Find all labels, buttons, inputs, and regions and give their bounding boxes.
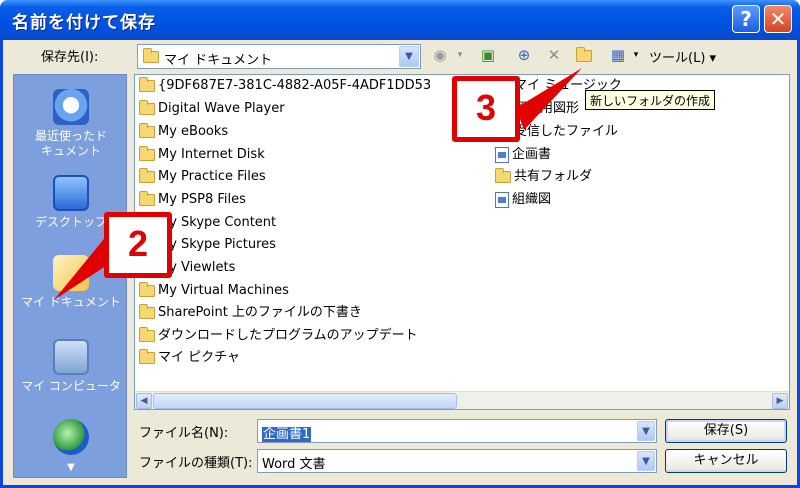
filetype-label: ファイルの種類(T): <box>139 456 253 471</box>
new-folder-tooltip: 新しいフォルダの作成 <box>585 90 716 110</box>
place-my-computer-label: マイ コンピュータ <box>21 379 121 393</box>
list-item[interactable]: 企画書 <box>495 146 551 164</box>
shared-folder-icon <box>495 167 511 183</box>
horizontal-scrollbar[interactable]: ◀ ▶ <box>135 391 789 409</box>
folder-icon <box>139 122 155 138</box>
cancel-button[interactable]: キャンセル <box>665 449 787 473</box>
dialog-title: 名前を付けて保存 <box>12 13 156 33</box>
scroll-left-icon[interactable]: ◀ <box>136 393 152 409</box>
list-item[interactable]: My PSP8 Files <box>139 190 246 209</box>
chevron-down-icon[interactable]: ▼ <box>637 421 655 441</box>
list-item[interactable]: マイ ピクチャ <box>139 348 240 367</box>
place-desktop-label: デスクトップ <box>34 215 107 229</box>
my-computer-icon <box>53 339 89 375</box>
tools-menu[interactable]: ツール(L) ▾ <box>649 47 716 66</box>
filename-input[interactable]: 企画書1 ▼ <box>257 419 657 443</box>
place-my-computer[interactable]: マイ コンピュータ <box>14 339 128 394</box>
scroll-right-icon[interactable]: ▶ <box>772 393 788 409</box>
list-item[interactable]: Digital Wave Player <box>139 99 285 118</box>
filetype-value: Word 文書 <box>262 457 326 472</box>
list-item[interactable]: My Practice Files <box>139 167 266 186</box>
views-dropdown-icon[interactable]: ▾ <box>631 44 641 66</box>
callout-step-3: 3 <box>452 76 520 142</box>
list-item[interactable]: 組織図 <box>495 191 551 209</box>
folder-icon <box>139 190 155 206</box>
folder-icon <box>139 303 155 319</box>
folder-icon <box>139 326 155 342</box>
folder-icon <box>139 76 155 92</box>
save-in-label: 保存先(I): <box>41 50 99 65</box>
search-web-icon[interactable]: ⊕ <box>513 44 535 66</box>
my-documents-icon <box>53 255 89 291</box>
back-icon[interactable]: ◉ <box>429 44 451 66</box>
help-button[interactable]: ? <box>732 5 760 33</box>
title-bar[interactable]: 名前を付けて保存 ? ✕ <box>0 0 800 40</box>
list-item[interactable]: My eBooks <box>139 122 228 141</box>
list-item[interactable]: My Virtual Machines <box>139 281 289 300</box>
save-in-value: マイ ドキュメント <box>164 53 273 68</box>
list-item[interactable]: ダウンロードしたプログラムのアップデート <box>139 326 418 345</box>
folder-icon <box>139 99 155 115</box>
network-icon <box>53 419 89 455</box>
folder-icon <box>139 145 155 161</box>
list-item[interactable]: My Internet Disk <box>139 145 265 164</box>
place-recent-documents-label: 最近使ったド キュメント <box>34 129 107 158</box>
folder-icon <box>139 167 155 183</box>
folder-icon <box>139 281 155 297</box>
filetype-select[interactable]: Word 文書 ▼ <box>257 449 657 473</box>
views-icon[interactable]: ▦ <box>607 44 629 66</box>
scroll-thumb[interactable] <box>153 393 457 409</box>
list-item[interactable]: SharePoint 上のファイルの下書き <box>139 303 362 322</box>
document-icon <box>495 191 509 208</box>
list-item[interactable]: {9DF687E7-381C-4882-A05F-4ADF1DD53 <box>139 76 431 95</box>
filename-label: ファイル名(N): <box>139 426 229 441</box>
save-in-combo[interactable]: マイ ドキュメント ▼ <box>137 44 421 69</box>
delete-icon[interactable]: ✕ <box>543 44 565 66</box>
list-item[interactable]: 共有フォルダ <box>495 167 592 186</box>
network-dropdown-icon: ▼ <box>67 462 75 473</box>
new-folder-icon[interactable] <box>573 44 595 66</box>
filename-value: 企画書1 <box>262 427 312 442</box>
up-folder-icon[interactable]: ▣ <box>477 44 499 66</box>
chevron-down-icon[interactable]: ▼ <box>399 46 419 67</box>
recent-documents-icon <box>53 89 89 125</box>
place-recent-documents[interactable]: 最近使ったド キュメント <box>14 89 128 159</box>
back-dropdown-icon[interactable]: ▾ <box>455 44 465 66</box>
place-my-documents-label: マイ ドキュメント <box>21 295 121 309</box>
save-button[interactable]: 保存(S) <box>665 419 787 443</box>
desktop-icon <box>53 175 89 211</box>
callout-step-2: 2 <box>104 212 172 278</box>
place-network[interactable]: ▼ <box>14 419 128 475</box>
close-button[interactable]: ✕ <box>764 5 792 33</box>
document-icon <box>495 146 509 163</box>
chevron-down-icon[interactable]: ▼ <box>637 451 655 471</box>
my-documents-small-icon <box>143 48 159 63</box>
folder-icon <box>139 348 155 364</box>
